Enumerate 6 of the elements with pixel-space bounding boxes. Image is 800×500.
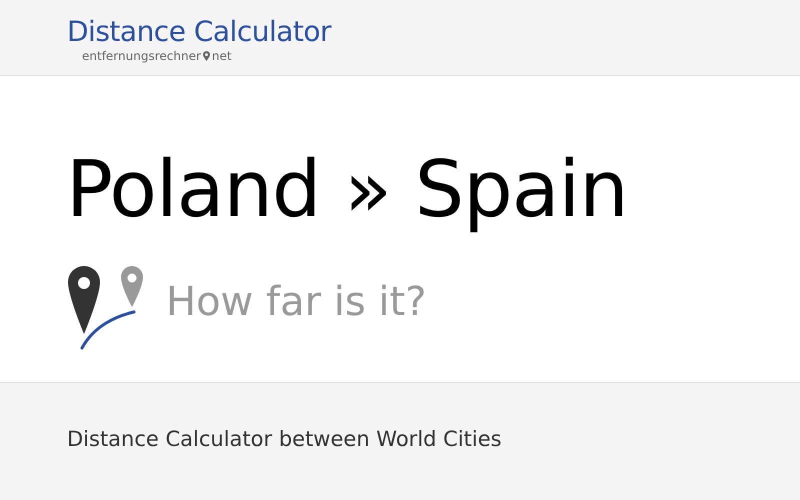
site-subtitle-tld: net [212, 49, 232, 63]
page-heading: Poland » Spain [66, 144, 628, 237]
site-subtitle: entfernungsrechner [82, 49, 201, 63]
tagline: How far is it? [166, 278, 426, 327]
footer-text: Distance Calculator between World Cities [67, 427, 502, 451]
site-title-link[interactable]: Distance Calculator [67, 15, 800, 49]
